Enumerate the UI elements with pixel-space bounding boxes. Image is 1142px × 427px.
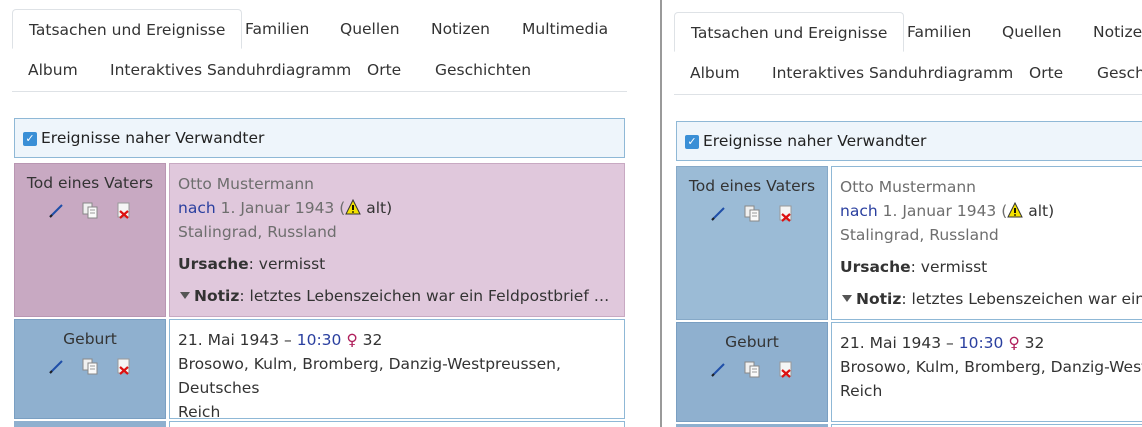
event-details: Otto Mustermann nach 1. Januar 1943 ( al… xyxy=(169,163,625,317)
left-panel: Tatsachen und Ereignisse Familien Quelle… xyxy=(0,0,660,427)
person-name: Otto Mustermann xyxy=(840,178,976,196)
edit-icon[interactable] xyxy=(708,203,728,223)
event-label: Tod eines Vaters xyxy=(26,174,154,192)
event-place: Stalingrad, Russland xyxy=(840,226,999,244)
event-label-cell: Tod eines Vaters xyxy=(14,163,166,317)
tab-families[interactable]: Familien xyxy=(229,9,325,49)
event-date: nach 1. Januar 1943 ( alt) xyxy=(178,198,393,217)
tab-sources[interactable]: Quellen xyxy=(986,12,1078,52)
tab-hourglass[interactable]: Interaktives Sanduhrdiagramm xyxy=(756,53,1029,93)
tab-hourglass[interactable]: Interaktives Sanduhrdiagramm xyxy=(94,50,367,90)
tab-sources[interactable]: Quellen xyxy=(324,9,416,49)
copy-icon[interactable] xyxy=(742,359,762,379)
tab-album[interactable]: Album xyxy=(12,50,94,90)
person-name: Otto Mustermann xyxy=(178,175,314,193)
tab-bar: Tatsachen und Ereignisse Familien Quelle… xyxy=(674,12,1142,95)
expand-triangle-icon[interactable] xyxy=(842,295,852,302)
event-label: Geburt xyxy=(63,330,117,348)
event-label-cell: Geburt xyxy=(14,319,166,419)
event-label: Geburt xyxy=(725,333,779,351)
event-place: Brosowo, Kulm, Bromberg, Danzig-Westpreu… xyxy=(178,355,561,419)
tab-bar: Tatsachen und Ereignisse Familien Quelle… xyxy=(12,9,627,92)
right-panel: Tatsachen und Ereignisse Familien Quelle… xyxy=(662,0,1142,427)
edit-icon[interactable] xyxy=(46,356,66,376)
checkbox-icon[interactable]: ✓ xyxy=(685,135,699,149)
delete-icon[interactable] xyxy=(776,203,796,223)
event-cause: Ursache: vermisst xyxy=(840,258,988,276)
delete-icon[interactable] xyxy=(114,200,134,220)
filter-label: Ereignisse naher Verwandter xyxy=(703,132,927,150)
copy-icon[interactable] xyxy=(742,203,762,223)
tab-facts[interactable]: Tatsachen und Ereignisse xyxy=(674,12,905,52)
event-note[interactable]: Notiz: letztes Lebenszeichen war ein Fe xyxy=(840,287,1142,311)
event-cause: Ursache: vermisst xyxy=(178,255,326,273)
tab-stories[interactable]: Geschi xyxy=(1081,53,1142,93)
warning-icon xyxy=(1007,201,1024,218)
female-icon: ♀ xyxy=(346,331,358,349)
expand-triangle-icon[interactable] xyxy=(180,292,190,299)
event-date: nach 1. Januar 1943 ( alt) xyxy=(840,201,1055,220)
female-icon: ♀ xyxy=(1008,334,1020,352)
date-qualifier[interactable]: nach xyxy=(178,199,216,217)
tab-places[interactable]: Orte xyxy=(1013,53,1079,93)
event-place: Brosowo, Kulm, Bromberg, Danzig-Westpr xyxy=(840,358,1142,376)
copy-icon[interactable] xyxy=(80,356,100,376)
checkbox-icon[interactable]: ✓ xyxy=(23,132,37,146)
tab-facts[interactable]: Tatsachen und Ereignisse xyxy=(12,9,243,49)
event-label: Tod eines Vaters xyxy=(688,177,816,195)
event-note[interactable]: Notiz: letztes Lebenszeichen war ein Fel… xyxy=(178,284,616,308)
tab-notes[interactable]: Notizen xyxy=(415,9,506,49)
event-details: Otto Mustermann nach 1. Januar 1943 ( al… xyxy=(831,166,1142,320)
delete-icon[interactable] xyxy=(776,359,796,379)
date-qualifier[interactable]: nach xyxy=(840,202,878,220)
warning-icon xyxy=(345,198,362,215)
edit-icon[interactable] xyxy=(708,359,728,379)
tab-places[interactable]: Orte xyxy=(351,50,417,90)
tab-album[interactable]: Album xyxy=(674,53,756,93)
filter-label: Ereignisse naher Verwandter xyxy=(41,129,265,147)
tab-stories[interactable]: Geschichten xyxy=(419,50,547,90)
event-date: 21. Mai 1943 – 10:30 ♀ 32 xyxy=(178,331,383,349)
event-details: 21. Mai 1943 – 10:30 ♀ 32 Brosowo, Kulm,… xyxy=(831,322,1142,422)
event-label-cell: Tod eines Vaters xyxy=(676,166,828,320)
delete-icon[interactable] xyxy=(114,356,134,376)
event-details: 21. Mai 1943 – 10:30 ♀ 32 Brosowo, Kulm,… xyxy=(169,319,625,419)
event-date: 21. Mai 1943 – 10:30 ♀ 32 xyxy=(840,334,1045,352)
close-relatives-filter[interactable]: ✓ Ereignisse naher Verwandter xyxy=(14,118,625,158)
edit-icon[interactable] xyxy=(46,200,66,220)
close-relatives-filter[interactable]: ✓ Ereignisse naher Verwandter xyxy=(676,121,1142,161)
event-place: Stalingrad, Russland xyxy=(178,223,337,241)
copy-icon[interactable] xyxy=(80,200,100,220)
tab-families[interactable]: Familien xyxy=(891,12,987,52)
event-label-cell: Geburt xyxy=(676,322,828,422)
tab-notes[interactable]: Notizen xyxy=(1077,12,1142,52)
tab-multimedia[interactable]: Multimedia xyxy=(506,9,624,49)
